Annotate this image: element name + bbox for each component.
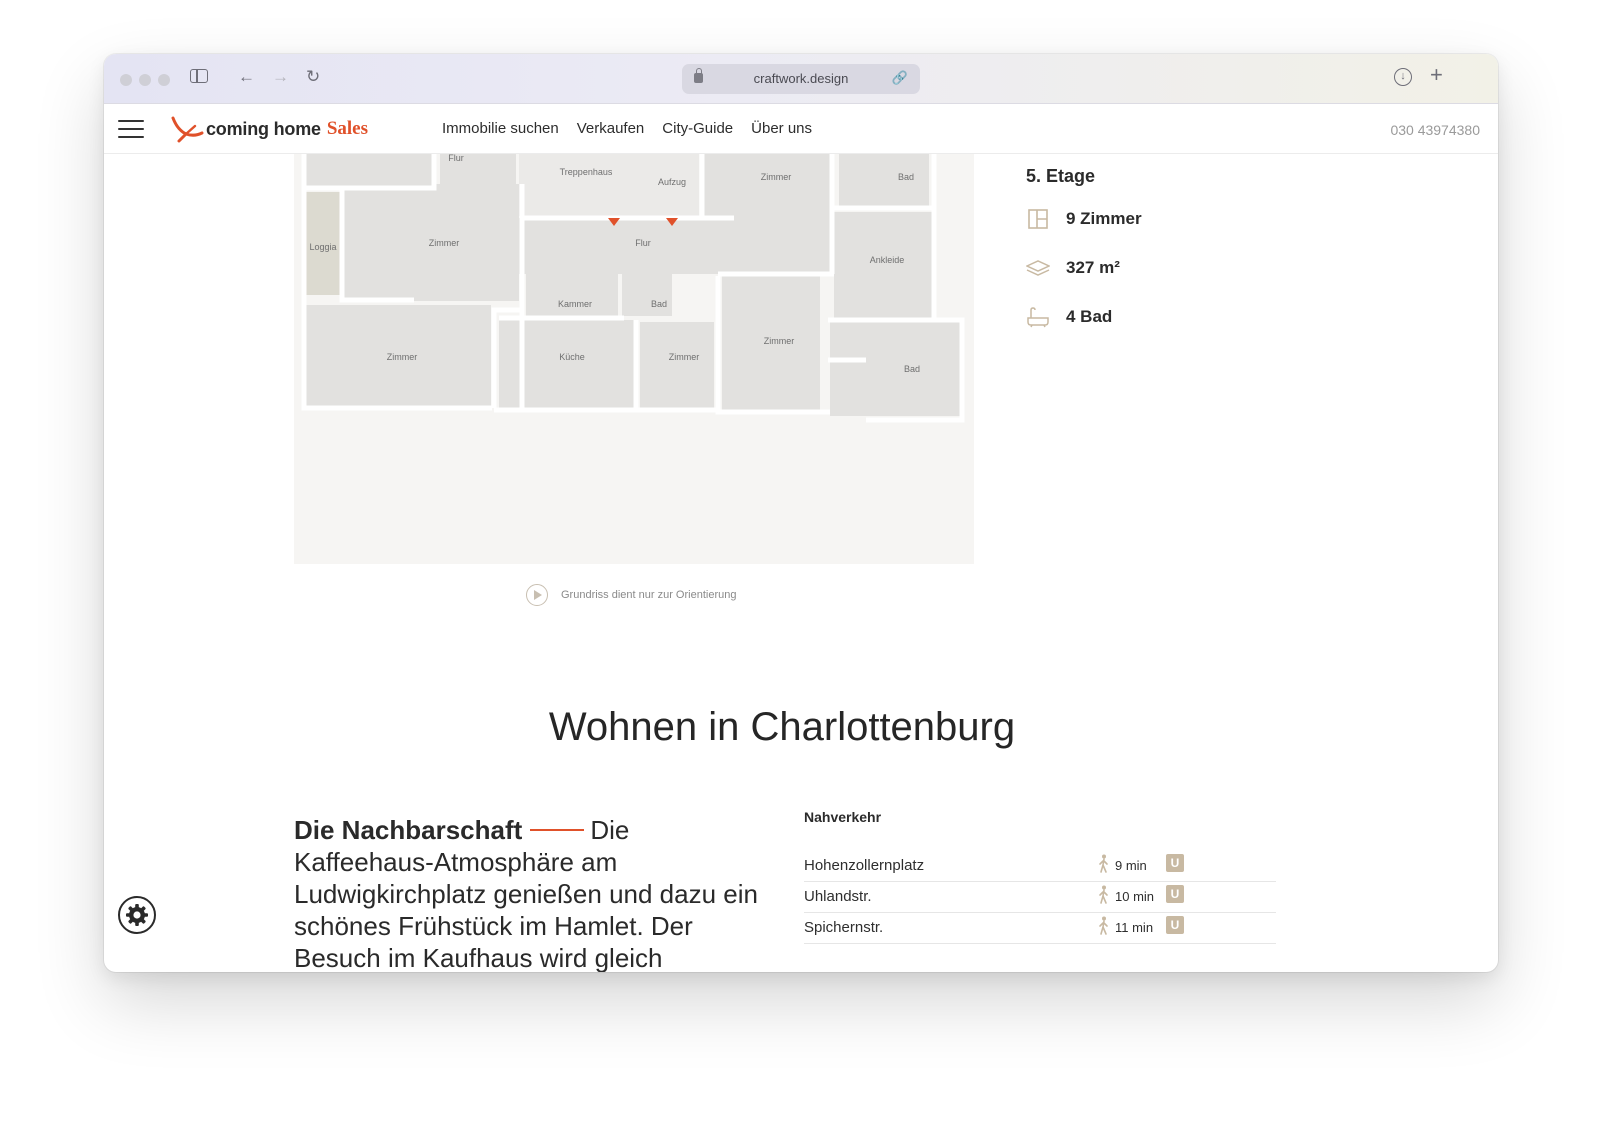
nav-verkaufen[interactable]: Verkaufen xyxy=(577,120,645,137)
rooms-value: 9 Zimmer xyxy=(1066,209,1142,228)
bathtub-icon xyxy=(1027,307,1049,328)
download-icon[interactable]: ↓ xyxy=(1394,68,1412,86)
walk-time: 10 min xyxy=(1115,889,1155,904)
menu-hamburger-icon[interactable] xyxy=(118,118,144,140)
neighborhood-heading: Die Nachbarschaft xyxy=(294,815,523,845)
station-name: Spichernstr. xyxy=(804,919,884,936)
site-logo[interactable]: coming home Sales xyxy=(170,113,368,145)
logo-sales-text: Sales xyxy=(326,118,368,139)
room-label: Küche xyxy=(559,352,585,362)
transit-row: Uhlandstr. 10 min U xyxy=(804,882,1276,913)
room-label: Flur xyxy=(635,238,651,248)
area-value: 327 m² xyxy=(1066,258,1120,277)
floor-level: 5. Etage xyxy=(1026,166,1096,186)
close-window-button[interactable] xyxy=(120,74,132,86)
gear-icon xyxy=(126,904,148,926)
nav-city-guide[interactable]: City-Guide xyxy=(662,120,733,137)
new-tab-plus-icon[interactable]: + xyxy=(1430,64,1443,86)
reload-icon[interactable]: ↻ xyxy=(306,67,320,87)
page-content: Flur Treppenhaus Aufzug Zimmer Bad Loggi… xyxy=(104,154,1498,972)
walk-time: 9 min xyxy=(1115,858,1147,873)
room-label: Bad xyxy=(651,299,667,309)
url-text: craftwork.design xyxy=(753,71,849,86)
room-label: Aufzug xyxy=(658,177,686,187)
walking-person-icon xyxy=(1099,916,1108,935)
transit-row: Hohenzollernplatz 9 min U xyxy=(804,851,1276,882)
ubahn-badge: U xyxy=(1166,885,1184,903)
station-name: Uhlandstr. xyxy=(804,888,872,905)
fact-area: 327 m² xyxy=(1026,257,1120,279)
minimize-window-button[interactable] xyxy=(139,74,151,86)
transit-row: Spichernstr. 11 min U xyxy=(804,913,1276,944)
link-icon[interactable]: 🔗 xyxy=(892,70,908,86)
baths-value: 4 Bad xyxy=(1066,307,1113,326)
room-label: Zimmer xyxy=(669,352,700,362)
room-label: Zimmer xyxy=(764,336,795,346)
walk-time: 11 min xyxy=(1115,920,1154,935)
room-label: Zimmer xyxy=(387,352,418,362)
room-label: Zimmer xyxy=(429,238,460,248)
nav-ueber-uns[interactable]: Über uns xyxy=(751,120,812,137)
walking-person-icon xyxy=(1099,885,1108,904)
sidebar-toggle-icon[interactable] xyxy=(190,69,208,83)
fact-rooms: 9 Zimmer xyxy=(1026,208,1142,230)
walking-person-icon xyxy=(1099,854,1108,873)
neighborhood-text: Die Nachbarschaft Die Kaffeehaus-Atmosphä… xyxy=(294,814,764,972)
room-label: Flur xyxy=(448,154,464,163)
phone-number[interactable]: 030 43974380 xyxy=(1390,122,1480,138)
ubahn-badge: U xyxy=(1166,854,1184,872)
floorplan-drawing: Flur Treppenhaus Aufzug Zimmer Bad Loggi… xyxy=(301,154,965,423)
caption-text: Grundriss dient nur zur Orientierung xyxy=(561,589,737,601)
main-nav: Immobilie suchen Verkaufen City-Guide Üb… xyxy=(442,120,812,137)
forward-arrow-icon[interactable]: → xyxy=(272,67,289,87)
zoom-window-button[interactable] xyxy=(158,74,170,86)
browser-window: ← → ↻ craftwork.design 🔗 ↓ + coming home… xyxy=(104,54,1498,972)
floorplan-icon xyxy=(1028,209,1048,229)
room-label: Ankleide xyxy=(870,255,905,265)
area-layers-icon xyxy=(1026,260,1050,276)
transit-title: Nahverkehr xyxy=(804,809,882,825)
logo-swoosh-icon xyxy=(171,116,204,143)
browser-toolbar: ← → ↻ craftwork.design 🔗 ↓ + xyxy=(104,54,1498,104)
section-title: Wohnen in Charlottenburg xyxy=(548,705,1016,749)
cookie-settings-gear-icon[interactable] xyxy=(118,896,156,934)
play-circle-icon xyxy=(526,584,548,606)
room-label: Loggia xyxy=(309,242,336,252)
address-bar[interactable]: craftwork.design 🔗 xyxy=(682,64,920,94)
transit-panel: Nahverkehr Hohenzollernplatz 9 min U Uhl… xyxy=(804,809,1276,944)
floorplan-caption: Grundriss dient nur zur Orientierung xyxy=(526,584,736,606)
station-name: Hohenzollernplatz xyxy=(804,857,925,874)
nav-immobilie-suchen[interactable]: Immobilie suchen xyxy=(442,120,559,137)
accent-dash xyxy=(530,829,585,832)
floorplan: Flur Treppenhaus Aufzug Zimmer Bad Loggi… xyxy=(294,154,974,564)
site-header: coming home Sales Immobilie suchen Verka… xyxy=(104,104,1498,154)
property-facts: 5. Etage 9 Zimmer 327 m² 4 Bad xyxy=(1026,166,1142,328)
back-arrow-icon[interactable]: ← xyxy=(238,67,255,87)
room-label: Treppenhaus xyxy=(560,167,613,177)
room-label: Zimmer xyxy=(761,172,792,182)
fact-baths: 4 Bad xyxy=(1026,306,1112,328)
room-label: Kammer xyxy=(558,299,592,309)
logo-brand-text: coming home xyxy=(206,118,321,139)
room-label: Bad xyxy=(898,172,914,182)
room-label: Bad xyxy=(904,364,920,374)
ubahn-badge: U xyxy=(1166,916,1184,934)
